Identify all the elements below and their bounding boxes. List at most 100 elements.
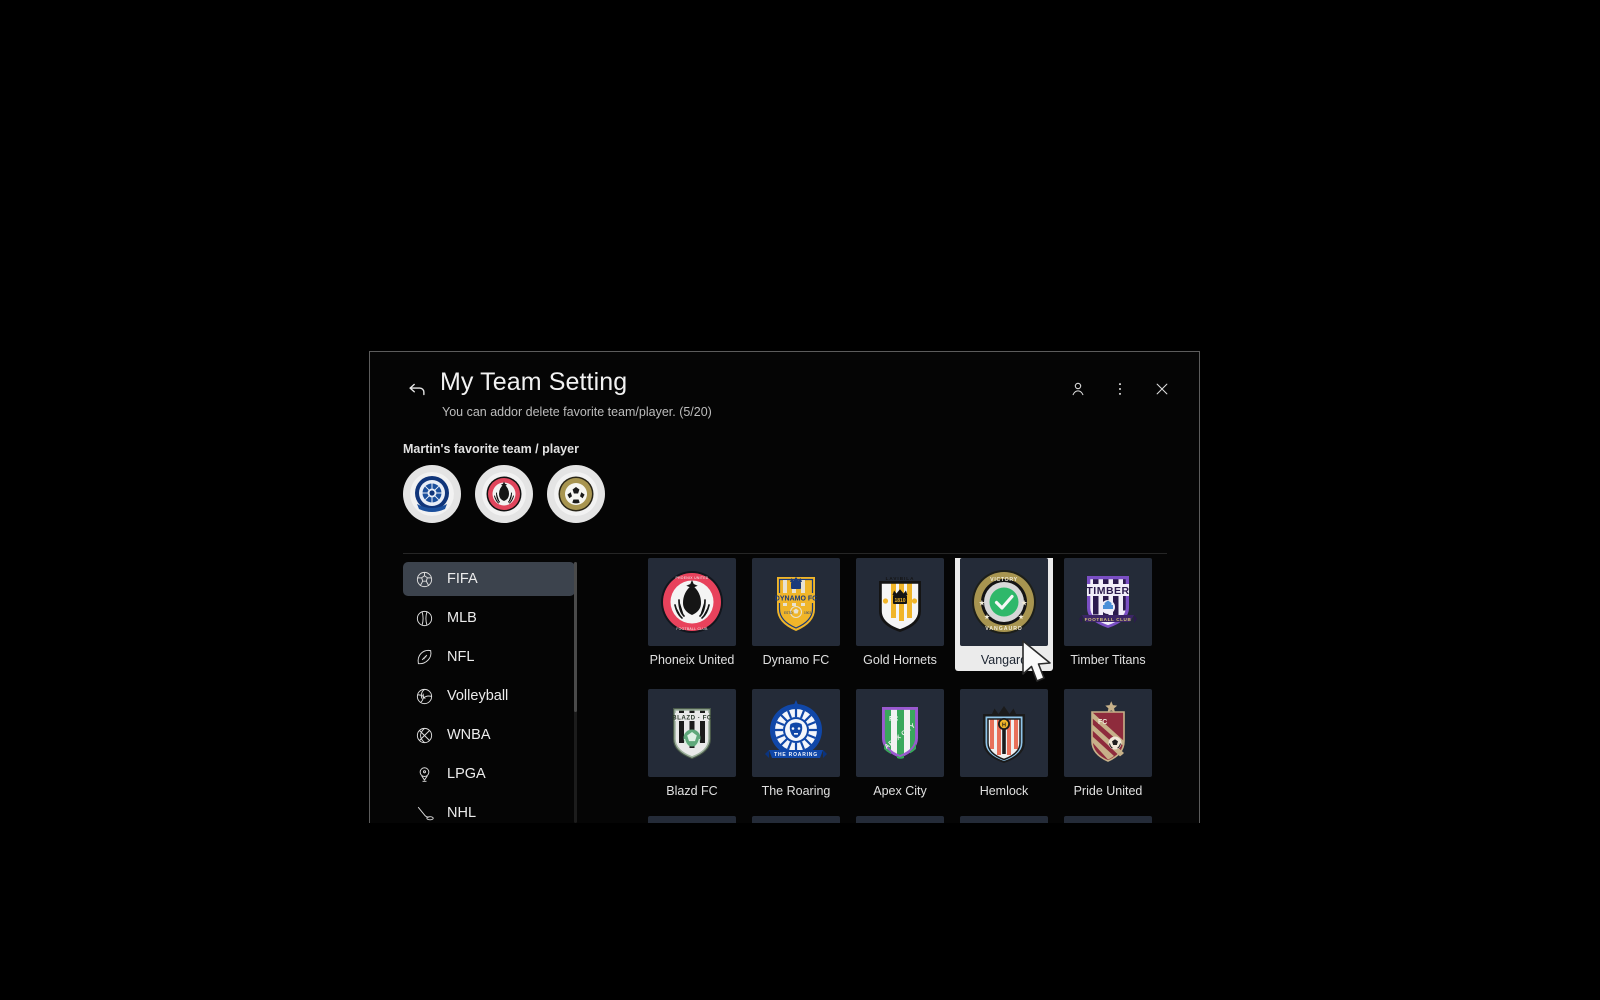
- team-grid-row: PHOENIX UNITED FOOTBALL CLUB Phoneix Uni…: [640, 558, 1175, 671]
- sidebar-item-fifa[interactable]: FIFA: [403, 562, 575, 596]
- profile-icon[interactable]: [1067, 378, 1089, 400]
- team-grid-row-partial: [640, 816, 1175, 823]
- team-tile-label: Dynamo FC: [762, 653, 830, 667]
- team-tile-label: Hemlock: [979, 784, 1029, 798]
- sidebar-item-lpga[interactable]: LPGA: [403, 757, 575, 791]
- svg-text:VANGAURD: VANGAURD: [985, 626, 1023, 632]
- header-actions: [1067, 378, 1173, 400]
- football-icon: [415, 648, 434, 667]
- team-tile-pride-united[interactable]: FC Pride United: [1056, 689, 1160, 798]
- sidebar-item-label: NHL: [447, 805, 477, 821]
- team-crest-partial: [752, 816, 840, 823]
- sidebar-item-nfl[interactable]: NFL: [403, 640, 575, 674]
- more-options-icon[interactable]: [1109, 378, 1131, 400]
- sidebar-item-label: Volleyball: [447, 688, 509, 704]
- svg-text:THE ROARING: THE ROARING: [774, 752, 818, 758]
- team-tile-blazd-fc[interactable]: BLAZD · FC Blazd FC: [640, 689, 744, 798]
- svg-text:1903: 1903: [804, 611, 811, 615]
- close-icon[interactable]: [1151, 378, 1173, 400]
- gold-hornets-crest: 1810 LAVIBILA: [856, 558, 944, 646]
- sidebar-item-wnba[interactable]: WNBA: [403, 718, 575, 752]
- soccer-ball-icon: [415, 570, 434, 589]
- svg-text:H: H: [1002, 722, 1006, 728]
- team-tile-label: Phoneix United: [649, 653, 735, 667]
- window-header: My Team Setting You can addor delete fav…: [370, 352, 1199, 432]
- sidebar-item-label: MLB: [447, 610, 477, 626]
- svg-text:ESTD: ESTD: [784, 611, 793, 615]
- sidebar-item-mlb[interactable]: MLB: [403, 601, 575, 635]
- team-tile-hemlock[interactable]: H Hemlock: [952, 689, 1056, 798]
- dynamo-fc-crest: DYNAMO FC ESTD 1903: [752, 558, 840, 646]
- baseball-icon: [415, 609, 434, 628]
- team-crest-partial: [1064, 816, 1152, 823]
- blazd-fc-crest: BLAZD · FC: [648, 689, 736, 777]
- hemlock-crest: H: [960, 689, 1048, 777]
- phoenix-united-crest: PHOENIX UNITED FOOTBALL CLUB: [648, 558, 736, 646]
- timber-titans-crest: TIMBER FOOTBALL CLUB: [1064, 558, 1152, 646]
- the-roaring-crest: THE ROARING: [752, 689, 840, 777]
- pride-united-crest: FC: [1064, 689, 1152, 777]
- svg-text:FC: FC: [889, 716, 898, 723]
- page-title: My Team Setting: [440, 368, 628, 396]
- team-tile-gold-hornets[interactable]: 1810 LAVIBILA Gold Hornets: [848, 558, 952, 671]
- team-tile-timber-titans[interactable]: TIMBER FOOTBALL CLUB Timber Titans: [1056, 558, 1160, 671]
- favorite-avatar-blue-crest[interactable]: [403, 465, 461, 523]
- team-tile-phoneix-united[interactable]: PHOENIX UNITED FOOTBALL CLUB Phoneix Uni…: [640, 558, 744, 671]
- window-body: FIFA MLB NFL Volleyball WNBA LPGA NHL PH…: [370, 558, 1199, 823]
- team-tile-the-roaring[interactable]: THE ROARING The Roaring: [744, 689, 848, 798]
- section-divider: [403, 553, 1167, 554]
- svg-text:VICTORY: VICTORY: [990, 577, 1018, 583]
- avatar-artwork: [410, 472, 454, 516]
- sidebar-item-volleyball[interactable]: Volleyball: [403, 679, 575, 713]
- sidebar-scrollbar[interactable]: [574, 562, 577, 823]
- favorites-label: Martin's favorite team / player: [403, 442, 579, 456]
- team-crest-partial: [648, 816, 736, 823]
- svg-text:DYNAMO FC: DYNAMO FC: [775, 596, 817, 603]
- favorite-avatar-red-crest[interactable]: [475, 465, 533, 523]
- team-tile-partial[interactable]: [744, 816, 848, 823]
- svg-text:LAVIBILA: LAVIBILA: [886, 576, 915, 581]
- svg-text:PHOENIX UNITED: PHOENIX UNITED: [675, 576, 708, 580]
- favorites-list: [403, 465, 605, 523]
- team-tile-label: Apex City: [873, 784, 927, 798]
- team-tile-label: The Roaring: [761, 784, 831, 798]
- sidebar-item-label: WNBA: [447, 727, 491, 743]
- svg-text:FOOTBALL CLUB: FOOTBALL CLUB: [1085, 617, 1132, 622]
- sidebar-item-label: FIFA: [447, 571, 478, 587]
- team-crest-partial: [856, 816, 944, 823]
- team-grid: PHOENIX UNITED FOOTBALL CLUB Phoneix Uni…: [640, 558, 1175, 823]
- svg-text:TIMBER: TIMBER: [1086, 585, 1129, 597]
- basketball-icon: [415, 726, 434, 745]
- sidebar-item-label: NFL: [447, 649, 475, 665]
- favorite-avatar-gold-ball[interactable]: [547, 465, 605, 523]
- sidebar-item-nhl[interactable]: NHL: [403, 796, 575, 823]
- back-arrow-icon[interactable]: [406, 378, 428, 400]
- sidebar-item-label: LPGA: [447, 766, 486, 782]
- svg-text:BLAZD · FC: BLAZD · FC: [672, 715, 712, 722]
- team-tile-label: Timber Titans: [1070, 653, 1146, 667]
- team-tile-partial[interactable]: [1056, 816, 1160, 823]
- team-tile-label: Gold Hornets: [863, 653, 937, 667]
- team-tile-partial[interactable]: [848, 816, 952, 823]
- avatar-artwork: [554, 472, 598, 516]
- team-tile-label: Blazd FC: [666, 784, 718, 798]
- svg-text:FOOTBALL CLUB: FOOTBALL CLUB: [676, 627, 708, 631]
- team-tile-apex-city[interactable]: FC APEX CITY Apex City: [848, 689, 952, 798]
- screen: My Team Setting You can addor delete fav…: [0, 0, 1600, 1000]
- vangard-crest: VICTORY VANGAURD: [960, 558, 1048, 646]
- page-subtitle: You can addor delete favorite team/playe…: [442, 405, 712, 419]
- team-crest-partial: [960, 816, 1048, 823]
- team-tile-partial[interactable]: [952, 816, 1056, 823]
- team-tile-dynamo-fc[interactable]: DYNAMO FC ESTD 1903 Dynamo FC: [744, 558, 848, 671]
- avatar-artwork: [482, 472, 526, 516]
- sidebar-scrollbar-thumb[interactable]: [574, 562, 577, 712]
- team-tile-label: Vangard: [980, 653, 1028, 667]
- team-grid-row: BLAZD · FC Blazd FC THE ROARING The Roar…: [640, 689, 1175, 798]
- volleyball-icon: [415, 687, 434, 706]
- golf-icon: [415, 765, 434, 784]
- svg-text:FC: FC: [1098, 719, 1107, 726]
- sports-sidebar[interactable]: FIFA MLB NFL Volleyball WNBA LPGA NHL: [403, 562, 575, 823]
- team-tile-partial[interactable]: [640, 816, 744, 823]
- team-tile-label: Pride United: [1073, 784, 1143, 798]
- team-tile-vangard[interactable]: VICTORY VANGAURD Vangard: [952, 558, 1056, 671]
